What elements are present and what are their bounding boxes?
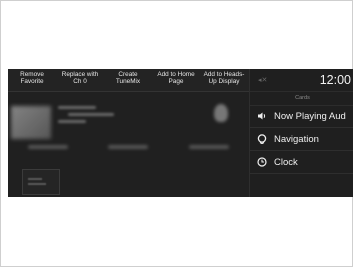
page-frame: Remove Favorite Replace with Ch 0 Create…: [0, 0, 353, 267]
blurred-icon: [214, 104, 228, 122]
blurred-text: [28, 183, 46, 185]
card-navigation[interactable]: Navigation: [250, 128, 353, 150]
infotainment-screen: Remove Favorite Replace with Ch 0 Create…: [8, 69, 353, 197]
card-label: Navigation: [274, 133, 319, 145]
blurred-text: [58, 120, 86, 123]
cards-panel: ◂✕ 12:00 Cards Now Playing Aud Navigatio…: [249, 69, 353, 197]
navigation-pin-icon: [257, 134, 267, 144]
album-art: [11, 106, 51, 139]
signal-icon: ◂✕: [258, 77, 268, 84]
add-to-home-page-button[interactable]: Add to Home Page: [152, 69, 200, 91]
card-label: Clock: [274, 156, 298, 168]
clock-icon: [257, 157, 267, 167]
divider: [250, 173, 353, 174]
blurred-tabs: [8, 140, 249, 154]
cards-header: Cards: [250, 91, 353, 106]
blurred-text: [28, 178, 42, 180]
remove-favorite-button[interactable]: Remove Favorite: [8, 69, 56, 91]
blurred-tab: [188, 145, 229, 149]
blurred-tab: [108, 145, 149, 149]
status-bar: ◂✕ 12:00: [250, 69, 353, 91]
speaker-icon: [257, 112, 267, 120]
blurred-tab: [28, 145, 69, 149]
card-label: Now Playing Aud: [274, 110, 346, 122]
card-now-playing-audio[interactable]: Now Playing Aud: [250, 105, 353, 127]
blurred-text: [68, 113, 114, 116]
add-to-heads-up-display-button[interactable]: Add to Heads- Up Display: [200, 69, 248, 91]
blurred-media-area: [8, 92, 249, 197]
blurred-text: [58, 106, 96, 109]
channel-thumbnail[interactable]: [22, 169, 60, 195]
replace-channel-button[interactable]: Replace with Ch 0: [56, 69, 104, 91]
action-bar: Remove Favorite Replace with Ch 0 Create…: [8, 69, 249, 92]
card-clock[interactable]: Clock: [250, 151, 353, 173]
create-tunemix-button[interactable]: Create TuneMix: [104, 69, 152, 91]
clock-time: 12:00: [319, 73, 351, 87]
